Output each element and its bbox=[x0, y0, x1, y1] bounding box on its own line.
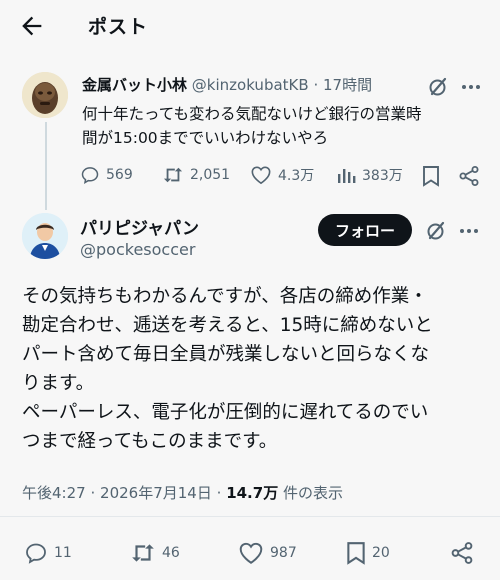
reply-count: 569 bbox=[106, 167, 133, 183]
action-like[interactable]: 987 bbox=[238, 541, 297, 565]
grok-icon[interactable] bbox=[426, 75, 450, 99]
post-views-count[interactable]: 14.7万 bbox=[226, 484, 278, 502]
author-name[interactable]: パリピジャパン bbox=[80, 214, 199, 239]
thread-connector-line bbox=[45, 122, 47, 210]
repost-icon bbox=[132, 544, 154, 562]
follow-button[interactable]: フォロー bbox=[318, 214, 412, 246]
reply-text-line: 何十年たっても変わる気配ないけど銀行の営業時 bbox=[82, 105, 422, 123]
avatar[interactable] bbox=[22, 213, 68, 259]
post-text-line: つまで経ってもこのままです。 bbox=[22, 431, 278, 452]
post-body: その気持ちもわかるんですが、各店の締め作業・ 勘定合わせ、逓送を考えると、15時… bbox=[22, 282, 482, 456]
like-icon bbox=[251, 166, 271, 185]
reply-action-share[interactable] bbox=[458, 165, 480, 187]
views-count: 383万 bbox=[362, 168, 403, 184]
more-icon[interactable] bbox=[460, 76, 482, 98]
reply-author-handle[interactable]: @kinzokubatKB bbox=[192, 76, 309, 94]
meta-separator: · bbox=[313, 76, 319, 94]
page-title: ポスト bbox=[88, 16, 149, 38]
more-icon[interactable] bbox=[458, 220, 480, 242]
meta-separator: · bbox=[90, 484, 96, 502]
divider bbox=[0, 516, 500, 517]
bookmark-count: 20 bbox=[372, 545, 390, 561]
action-bookmark[interactable]: 20 bbox=[346, 541, 390, 565]
meta-separator: · bbox=[216, 484, 222, 502]
reply-text-line: 間が15:00まででいいわけないやろ bbox=[82, 129, 329, 147]
like-icon bbox=[239, 542, 263, 564]
post-text-line: 勘定合わせ、逓送を考えると、15時に締めないと bbox=[22, 315, 433, 336]
post-metadata: 午後4:27 · 2026年7月14日 · 14.7万 件の表示 bbox=[22, 482, 343, 503]
post-text-line: パート含めて毎日全員が残業しないと回らなくな bbox=[22, 344, 430, 365]
repost-icon bbox=[163, 167, 183, 183]
reply-action-views[interactable]: 383万 bbox=[336, 165, 403, 185]
bookmark-icon bbox=[423, 166, 439, 187]
post-text-line: ペーパーレス、電子化が圧倒的に遅れてるのでい bbox=[22, 402, 429, 423]
reply-action-reply[interactable]: 569 bbox=[80, 165, 133, 185]
post-time[interactable]: 午後4:27 bbox=[22, 484, 86, 502]
action-share[interactable] bbox=[450, 541, 474, 565]
reply-count: 11 bbox=[54, 545, 72, 561]
post-text-line: その気持ちもわかるんですが、各店の締め作業・ bbox=[22, 286, 428, 307]
action-reply[interactable]: 11 bbox=[24, 541, 72, 565]
reply-action-like[interactable]: 4.3万 bbox=[250, 165, 314, 185]
post-date[interactable]: 2026年7月14日 bbox=[100, 484, 212, 502]
grok-icon[interactable] bbox=[424, 219, 448, 243]
reply-timestamp[interactable]: 17時間 bbox=[323, 76, 372, 94]
reply-author-name[interactable]: 金属バット小林 bbox=[82, 76, 187, 94]
like-count: 4.3万 bbox=[278, 168, 315, 184]
back-arrow-icon[interactable] bbox=[18, 12, 46, 40]
avatar[interactable] bbox=[22, 72, 68, 118]
post-views-label: 件の表示 bbox=[278, 484, 343, 502]
top-bar: ポスト bbox=[0, 0, 500, 52]
reply-icon bbox=[26, 543, 46, 564]
reply-action-repost[interactable]: 2,051 bbox=[162, 165, 230, 185]
share-icon bbox=[451, 542, 473, 564]
repost-count: 2,051 bbox=[190, 167, 231, 183]
reply-icon bbox=[81, 167, 99, 184]
repost-count: 46 bbox=[162, 545, 180, 561]
reply-author-line: 金属バット小林 @kinzokubatKB · 17時間 bbox=[82, 74, 372, 95]
share-icon bbox=[459, 166, 479, 186]
views-icon bbox=[338, 169, 356, 183]
reply-action-bookmark[interactable] bbox=[422, 165, 440, 187]
post-text-line: ります。 bbox=[22, 373, 95, 394]
like-count: 987 bbox=[270, 545, 297, 561]
action-repost[interactable]: 46 bbox=[130, 541, 180, 565]
bookmark-icon bbox=[347, 542, 365, 565]
author-handle[interactable]: @pockesoccer bbox=[80, 240, 195, 259]
reply-body: 何十年たっても変わる気配ないけど銀行の営業時 間が15:00まででいいわけないや… bbox=[82, 102, 482, 150]
